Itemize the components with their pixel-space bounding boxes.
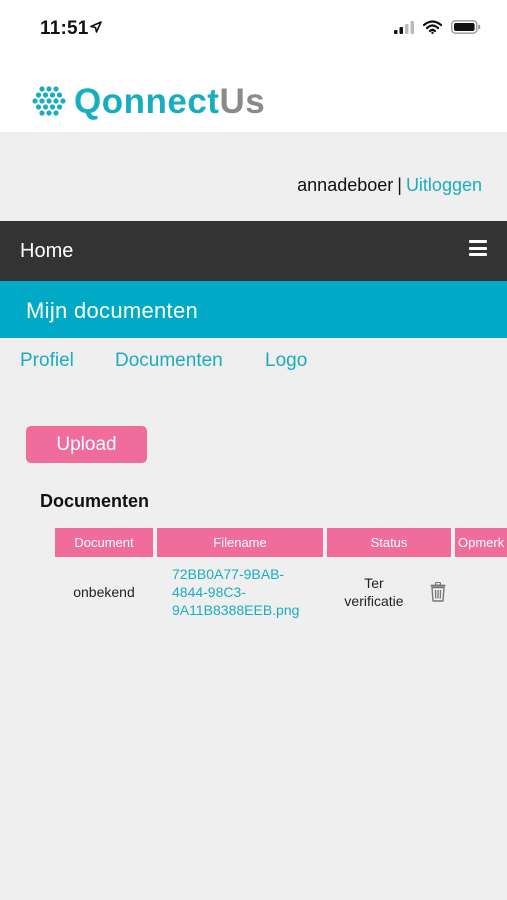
subnav-logo-link[interactable]: Logo	[265, 350, 307, 372]
trash-icon[interactable]	[430, 582, 446, 602]
location-arrow-icon	[90, 21, 102, 33]
cell-document: onbekend	[73, 584, 135, 600]
column-header-remark: Opmerk	[455, 528, 507, 557]
brand-logo[interactable]: QonnectUs	[74, 82, 265, 122]
nav-home-link[interactable]: Home	[20, 240, 73, 263]
nav-bar: Home	[0, 221, 507, 281]
page-title-bar: Mijn documenten	[0, 281, 507, 338]
cell-filename-link[interactable]: 72BB0A77-9BAB- 4844-98C3- 9A11B8388EEB.p…	[172, 565, 322, 619]
wifi-icon	[423, 20, 442, 34]
status-line: Ter	[364, 575, 384, 591]
cell-status: Ter verificatie	[327, 574, 421, 610]
subnav-profile-link[interactable]: Profiel	[20, 350, 74, 372]
brand-name-part1: Qonnect	[74, 82, 220, 121]
hexagon-cluster-icon	[32, 86, 66, 116]
status-line: verificatie	[344, 593, 404, 609]
username: annadeboer	[297, 175, 394, 195]
logout-link[interactable]: Uitloggen	[406, 175, 482, 195]
subnav-documents-link[interactable]: Documenten	[115, 350, 223, 372]
user-info: annadeboer | Uitloggen	[297, 174, 482, 196]
column-header-status: Status	[327, 528, 451, 557]
column-header-filename: Filename	[157, 528, 323, 557]
filename-line: 9A11B8388EEB.png	[172, 602, 300, 618]
status-icons	[394, 20, 481, 34]
subnav: Profiel Documenten Logo	[0, 350, 507, 376]
page-title: Mijn documenten	[26, 298, 199, 323]
brand-name-part2: Us	[219, 82, 266, 121]
documents-section-title: Documenten	[40, 491, 150, 511]
battery-icon	[451, 20, 481, 34]
status-bar: 11:51	[0, 0, 507, 58]
filename-line: 72BB0A77-9BAB-	[172, 566, 285, 582]
hamburger-icon[interactable]	[469, 240, 487, 256]
status-time: 11:51	[40, 18, 89, 39]
documents-table: Document Filename Status Opmerk onbekend…	[55, 528, 507, 628]
column-header-document: Document	[55, 528, 153, 557]
user-separator: |	[397, 175, 402, 195]
filename-line: 4844-98C3-	[172, 584, 246, 600]
cellular-signal-icon	[394, 20, 414, 34]
upload-button[interactable]: Upload	[26, 426, 147, 463]
